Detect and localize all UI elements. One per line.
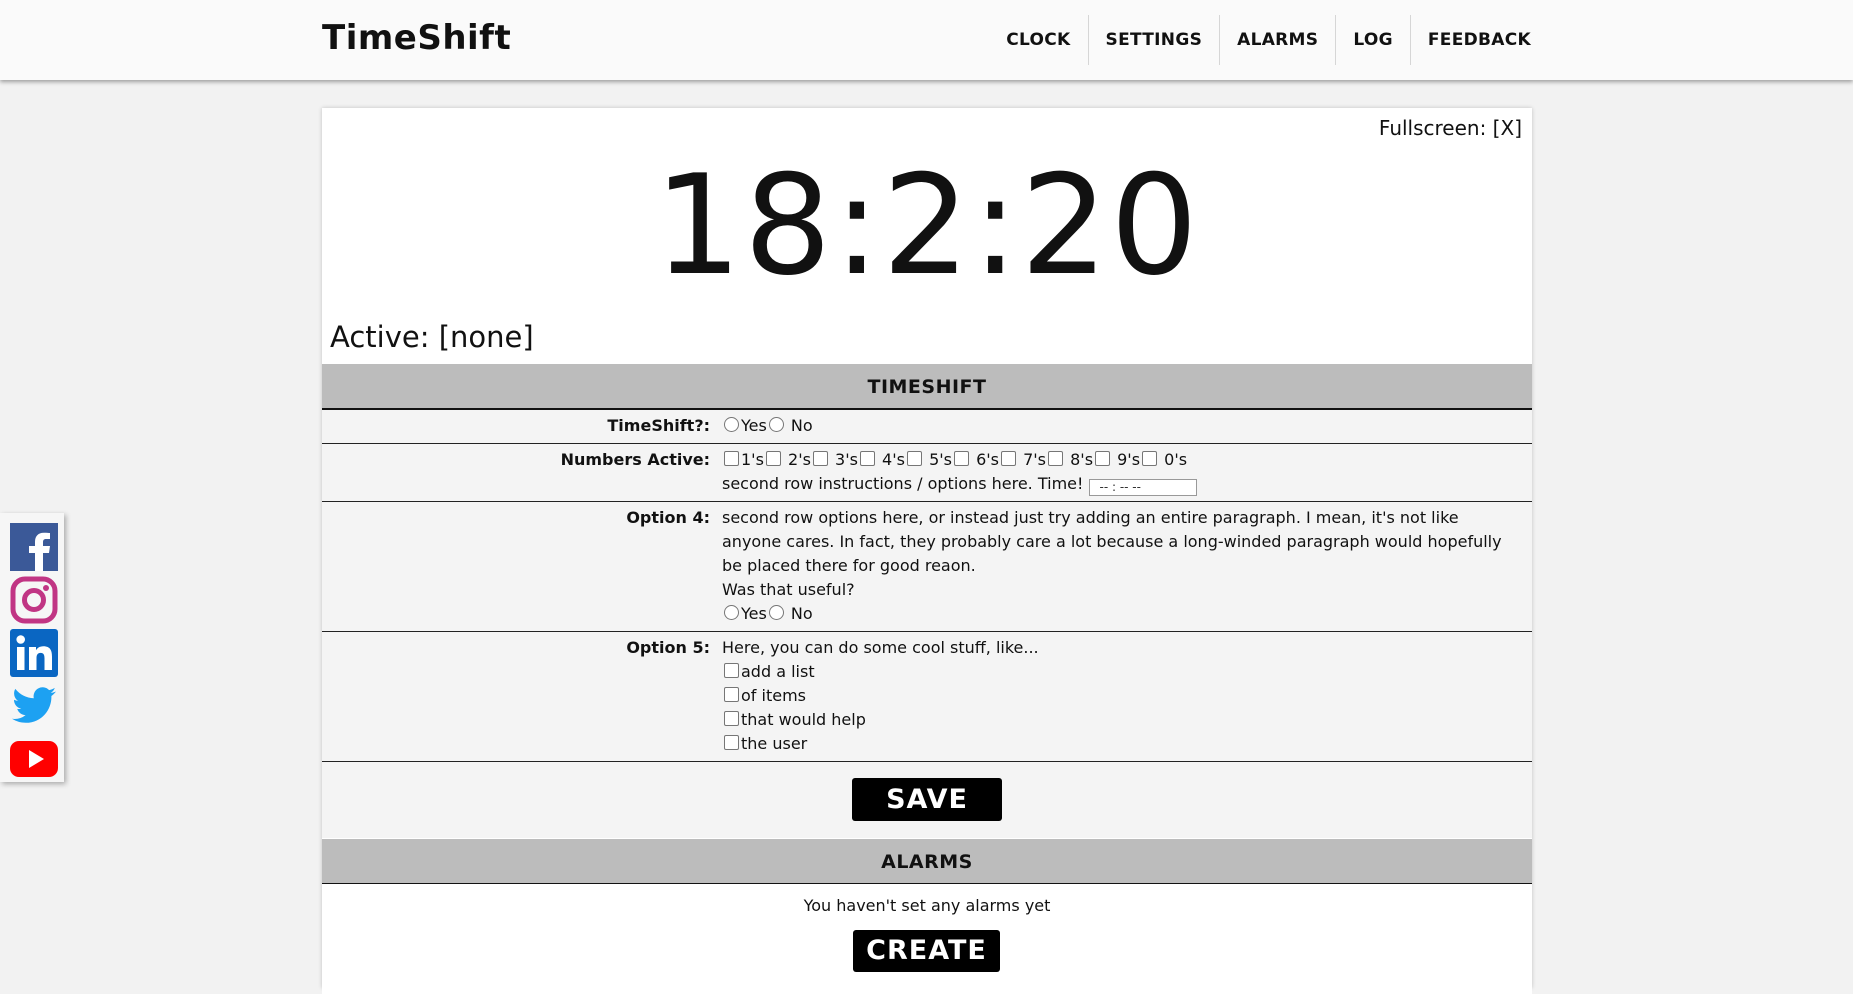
option4-row: Option 4: second row options here, or in… <box>322 502 1532 632</box>
linkedin-icon[interactable] <box>10 629 58 677</box>
twitter-icon[interactable] <box>10 681 58 729</box>
number-1-label: 1's <box>741 450 764 469</box>
number-5-label: 5's <box>929 450 952 469</box>
option5-label: Option 5: <box>626 638 710 657</box>
save-button[interactable]: SAVE <box>852 778 1002 821</box>
timeshift-label: TimeShift?: <box>607 416 710 435</box>
list-item-label: that would help <box>741 710 866 729</box>
list-item-checkbox[interactable] <box>724 687 739 702</box>
number-2-checkbox[interactable] <box>765 451 781 466</box>
list-item-checkbox[interactable] <box>724 735 739 750</box>
nav-alarms[interactable]: ALARMS <box>1219 15 1335 65</box>
timeshift-heading: TIMESHIFT <box>322 364 1532 410</box>
number-0-checkbox[interactable] <box>1142 451 1158 466</box>
list-item-checkbox[interactable] <box>724 663 739 678</box>
useful-no-radio[interactable] <box>768 605 784 620</box>
instagram-icon[interactable] <box>10 576 58 624</box>
list-item-label: add a list <box>741 662 815 681</box>
number-4-checkbox[interactable] <box>859 451 875 466</box>
brand-logo[interactable]: TimeShift <box>322 18 511 58</box>
number-0-label: 0's <box>1164 450 1188 469</box>
list-item-checkbox[interactable] <box>724 711 739 726</box>
no-label: No <box>790 416 813 435</box>
number-3-label: 3's <box>835 450 858 469</box>
save-area: SAVE <box>322 762 1532 838</box>
yes-label: Yes <box>741 416 767 435</box>
no-alarms-message: You haven't set any alarms yet <box>803 896 1051 915</box>
nav-log[interactable]: LOG <box>1335 15 1410 65</box>
number-9-checkbox[interactable] <box>1095 451 1111 466</box>
number-5-checkbox[interactable] <box>906 451 922 466</box>
nav-settings[interactable]: SETTINGS <box>1087 15 1220 65</box>
useful-yes-radio[interactable] <box>724 605 739 620</box>
numbers-row: Numbers Active: 1's 2's 3's 4's 5's 6's … <box>322 444 1532 502</box>
timeshift-row: TimeShift?: Yes No <box>322 410 1532 444</box>
number-8-checkbox[interactable] <box>1048 451 1064 466</box>
fullscreen-toggle[interactable]: Fullscreen: [X] <box>1379 116 1522 140</box>
number-4-label: 4's <box>882 450 905 469</box>
youtube-icon[interactable] <box>10 735 58 783</box>
timeshift-yes-radio[interactable] <box>724 417 739 432</box>
nav-clock[interactable]: CLOCK <box>989 15 1087 65</box>
timeshift-no-radio[interactable] <box>768 417 784 432</box>
clock-display: 18:2:20 <box>654 145 1200 306</box>
number-6-label: 6's <box>976 450 999 469</box>
facebook-icon[interactable] <box>10 523 58 571</box>
option4-paragraph: second row options here, or instead just… <box>722 508 1502 575</box>
list-item-label: the user <box>741 734 808 753</box>
number-3-checkbox[interactable] <box>812 451 828 466</box>
number-7-checkbox[interactable] <box>1001 451 1016 466</box>
time-input[interactable]: -- : -- -- <box>1088 479 1197 496</box>
numbers-label: Numbers Active: <box>560 450 710 469</box>
number-8-label: 8's <box>1070 450 1094 469</box>
top-navbar: TimeShift CLOCK SETTINGS ALARMS LOG FEED… <box>0 0 1853 80</box>
number-1-checkbox[interactable] <box>724 451 739 466</box>
alarms-heading: ALARMS <box>322 839 1532 885</box>
option4-label: Option 4: <box>626 508 710 527</box>
nav-feedback[interactable]: FEEDBACK <box>1409 15 1531 65</box>
number-2-label: 2's <box>788 450 811 469</box>
main-nav: CLOCK SETTINGS ALARMS LOG FEEDBACK <box>989 15 1531 65</box>
create-alarm-button[interactable]: CREATE <box>853 930 1000 972</box>
number-6-checkbox[interactable] <box>953 451 969 466</box>
active-status: Active: [none] <box>330 320 534 354</box>
social-sidebar <box>0 513 64 782</box>
no-label: No <box>790 604 813 623</box>
list-item-label: of items <box>741 686 806 705</box>
number-9-label: 9's <box>1117 450 1141 469</box>
clock-card: Fullscreen: [X] 18:2:20 Active: [none] T… <box>322 108 1532 994</box>
option5-text: Here, you can do some cool stuff, like..… <box>722 638 1039 657</box>
option5-row: Option 5: Here, you can do some cool stu… <box>322 632 1532 762</box>
timeshift-options: TimeShift?: Yes No Numbers Active: 1's 2… <box>322 410 1532 838</box>
yes-label: Yes <box>741 604 767 623</box>
second-row-text: second row instructions / options here. … <box>722 474 1084 493</box>
number-7-label: 7's <box>1023 450 1047 469</box>
option4-question: Was that useful? <box>722 580 855 599</box>
